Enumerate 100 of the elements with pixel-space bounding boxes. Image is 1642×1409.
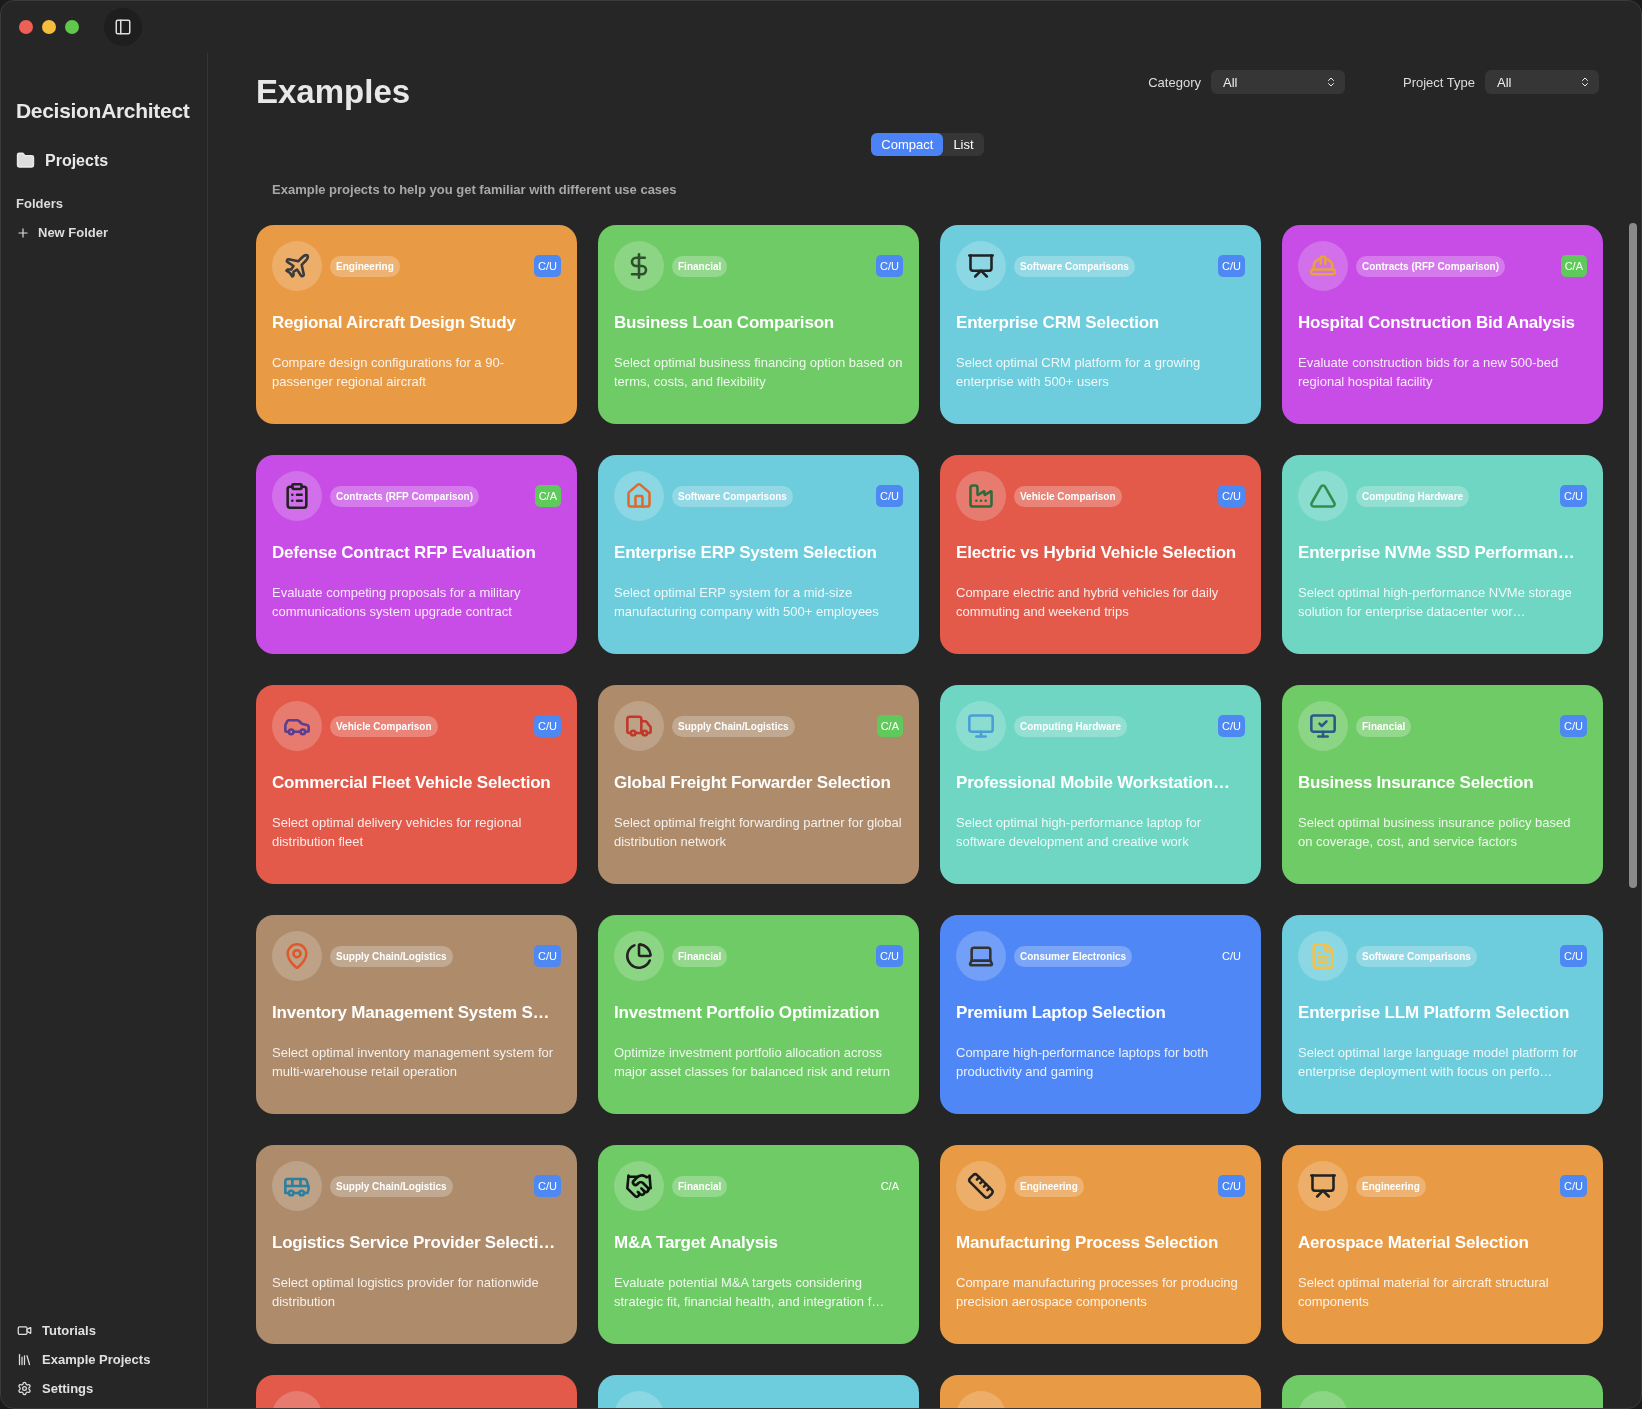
sidebar-item[interactable]: Example Projects — [17, 1352, 207, 1367]
card-title: Premium Laptop Selection — [956, 1003, 1167, 1023]
card-description: Select optimal freight forwarding partner for global distribution network — [614, 814, 903, 851]
type-badge: C/U — [876, 485, 903, 507]
project-card[interactable]: Consumer Electronics C/U Premium Laptop Selection Compare high-performance laptops for both productivity and gaming — [940, 915, 1261, 1114]
project-card[interactable]: Vehicle Comparison C/U Commercial Fleet Vehicle Selection Select optimal delivery vehicles for regional distribution fleet — [256, 685, 577, 884]
project-card[interactable]: Supply Chain/Logistics C/U Inventory Management System S… Select optimal inventory management system for multi-warehouse retail operation — [256, 915, 577, 1114]
card-description: Compare design configurations for a 90-passenger regional aircraft — [272, 354, 505, 391]
project-card[interactable]: Supply Chain/Logistics C/U Logistics Service Provider Selecti… Select optimal logistics provider for nationwide distribution — [256, 1145, 577, 1344]
type-badge: C/U — [1560, 1175, 1587, 1197]
view-tab[interactable]: Compact — [871, 133, 944, 156]
card-title: Regional Aircraft Design Study — [272, 313, 517, 333]
project-card[interactable]: Contracts (RFP Comparison) C/A Defense Contract RFP Evaluation Evaluate competing proposals for a military communications system upgrade contract — [256, 455, 577, 654]
card-description: Compare high-performance laptops for both productivity and gaming — [956, 1044, 1210, 1081]
type-badge: C/A — [876, 715, 903, 737]
project-card[interactable]: Supply Chain/Logistics C/A Global Freight Forwarder Selection Select optimal freight forwarding partner for global distribution network — [598, 685, 919, 884]
card-description: Evaluate potential M&A targets considering strategic fit, financial health, and integration f… — [614, 1274, 886, 1311]
category-tag: Computing Hardware — [1356, 485, 1470, 507]
library-icon — [17, 1352, 32, 1367]
project-card[interactable]: Software Comparisons C/U Enterprise ERP System Selection Select optimal ERP system for a mid-size manufacturing company with 500+ employees — [598, 455, 919, 654]
card-description: Compare manufacturing processes for producing precision aerospace components — [956, 1274, 1239, 1311]
house-icon — [625, 482, 653, 510]
card-title: Investment Portfolio Optimization — [614, 1003, 881, 1023]
card-description: Select optimal delivery vehicles for regional distribution fleet — [272, 814, 523, 851]
category-tag: Software Comparisons — [1014, 255, 1135, 277]
filter-label: Project Type — [1402, 74, 1475, 90]
type-badge: C/U — [876, 255, 903, 277]
type-badge: C/U — [1560, 945, 1587, 967]
card-title: Global Freight Forwarder Selection — [614, 773, 892, 793]
card-description: Select optimal ERP system for a mid-size manufacturing company with 500+ employees — [614, 584, 880, 621]
zoom-button[interactable] — [65, 20, 79, 34]
monitor-icon — [1309, 712, 1337, 740]
card-description: Select optimal business insurance policy based on coverage, cost, and service factors — [1298, 814, 1572, 851]
category-tag: Financial — [672, 1175, 728, 1197]
category-tag: Supply Chain/Logistics — [330, 945, 453, 967]
truck-icon — [625, 712, 653, 740]
minimize-button[interactable] — [42, 20, 56, 34]
project-card[interactable]: Financial C/A M&A Target Analysis Evaluate potential M&A targets considering strategic fit, financial health, and integration f… — [598, 1145, 919, 1344]
card-title: Manufacturing Process Selection — [956, 1233, 1220, 1253]
plus-icon — [16, 225, 30, 240]
card-title: Professional Mobile Workstation… — [956, 773, 1231, 793]
category-tag: Engineering — [1356, 1175, 1426, 1197]
card-description: Evaluate construction bids for a new 500-bed regional hospital facility — [1298, 354, 1560, 391]
project-card[interactable]: Contracts (RFP Comparison) C/A Hospital Construction Bid Analysis Evaluate construction bids for a new 500-bed regional hospital facility — [1282, 225, 1603, 424]
type-badge: C/U — [534, 255, 561, 277]
project-card[interactable]: Financial C/U Investment Portfolio Optimization Optimize investment portfolio allocation across major asset classes for balanced risk and return — [598, 915, 919, 1114]
view-tab[interactable]: List — [943, 133, 984, 156]
sidebar-icon — [114, 18, 132, 36]
card-description: Optimize investment portfolio allocation across major asset classes for balanced risk and return — [614, 1044, 891, 1081]
project-card[interactable]: Software Comparisons C/U Enterprise LLM Platform Selection Select optimal large language model platform for enterprise deployment with focus on perfo… — [1282, 915, 1603, 1114]
card-title: Hospital Construction Bid Analysis — [1298, 313, 1576, 333]
card-title: Commercial Fleet Vehicle Selection — [272, 773, 552, 793]
card-title: M&A Target Analysis — [614, 1233, 779, 1253]
project-card[interactable]: Engineering C/U Regional Aircraft Design Study Compare design configurations for a 90-passenger regional aircraft — [256, 225, 577, 424]
video-icon — [17, 1323, 32, 1338]
factory-icon — [967, 482, 995, 510]
category-tag: Supply Chain/Logistics — [672, 715, 795, 737]
type-badge: C/U — [534, 715, 561, 737]
nav-item[interactable]: Projects — [1, 151, 207, 170]
new-folder-button[interactable]: New Folder — [1, 225, 207, 240]
category-tag: Consumer Electronics — [1014, 945, 1133, 967]
card-title: Logistics Service Provider Selecti… — [272, 1233, 557, 1253]
project-card[interactable]: Vehicle Comparison C/U Electric vs Hybrid Vehicle Selection Compare electric and hybrid vehicles for daily commuting and weekend trips — [940, 455, 1261, 654]
close-button[interactable] — [19, 20, 33, 34]
subtitle: Example projects to help you get familiar with different use cases — [272, 182, 678, 197]
monitor-icon — [967, 712, 995, 740]
project-card[interactable]: Financial C/U Business Insurance Selection Select optimal business insurance policy based on coverage, cost, and service factors — [1282, 685, 1603, 884]
card-title: Defense Contract RFP Evaluation — [272, 543, 537, 563]
type-badge: C/U — [1218, 715, 1245, 737]
sidebar-item[interactable]: Settings — [17, 1381, 207, 1396]
card-title: Enterprise LLM Platform Selection — [1298, 1003, 1571, 1023]
card-description: Select optimal business financing option based on terms, costs, and flexibility — [614, 354, 903, 391]
category-tag: Software Comparisons — [1356, 945, 1477, 967]
easel-icon — [967, 252, 995, 280]
sidebar-toggle-button[interactable] — [104, 8, 142, 46]
card-title: Electric vs Hybrid Vehicle Selection — [956, 543, 1238, 563]
card-description: Compare electric and hybrid vehicles for daily commuting and weekend trips — [956, 584, 1220, 621]
type-label: C/A — [879, 1179, 900, 1194]
folder-icon — [16, 151, 35, 170]
project-card[interactable]: Engineering C/U Aerospace Material Selection Select optimal material for aircraft structural components — [1282, 1145, 1603, 1344]
card-title: Enterprise ERP System Selection — [614, 543, 878, 563]
triangle-icon — [1309, 482, 1337, 510]
settings-icon — [17, 1381, 32, 1396]
filter-select[interactable]: All — [1485, 70, 1599, 94]
type-badge: C/U — [534, 945, 561, 967]
project-card[interactable]: Computing Hardware C/U Enterprise NVMe SSD Performan… Select optimal high-performance NVMe storage solution for enterprise datacenter wor… — [1282, 455, 1603, 654]
sidebar-item[interactable]: Tutorials — [17, 1323, 207, 1338]
project-card[interactable]: Software Comparisons C/U Enterprise CRM Selection Select optimal CRM platform for a growing enterprise with 500+ users — [940, 225, 1261, 424]
project-card[interactable]: Engineering C/U Manufacturing Process Selection Compare manufacturing processes for producing precision aerospace components — [940, 1145, 1261, 1344]
app-name: DecisionArchitect — [15, 99, 191, 123]
project-card[interactable]: Financial C/U Business Loan Comparison Select optimal business financing option based on terms, costs, and flexibility — [598, 225, 919, 424]
drafting-icon — [967, 1172, 995, 1200]
filter-select[interactable]: All — [1210, 70, 1345, 94]
card-title: Inventory Management System S… — [272, 1003, 551, 1023]
card-description: Select optimal inventory management system for multi-warehouse retail operation — [272, 1044, 555, 1081]
type-badge: C/U — [1218, 485, 1245, 507]
card-description: Select optimal material for aircraft structural components — [1298, 1274, 1550, 1311]
section-heading: Folders — [15, 196, 64, 211]
card-description: Select optimal high-performance NVMe storage solution for enterprise datacenter wor… — [1298, 584, 1573, 621]
project-card[interactable]: Computing Hardware C/U Professional Mobile Workstation… Select optimal high-performance laptop for software development and creative work — [940, 685, 1261, 884]
